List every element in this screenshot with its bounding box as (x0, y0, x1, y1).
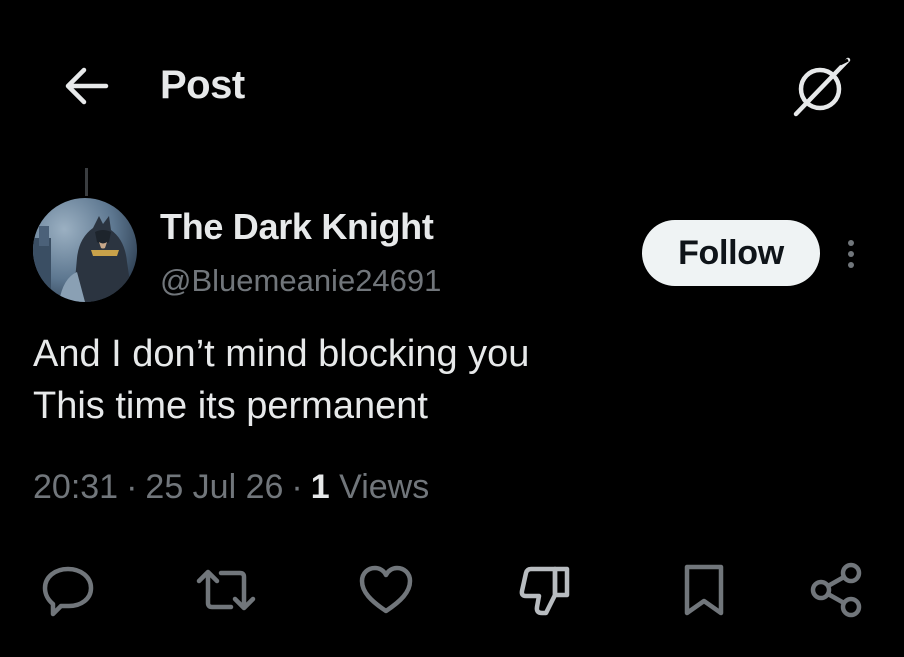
thread-connector-line (85, 168, 88, 196)
follow-button[interactable]: Follow (642, 220, 820, 286)
reply-icon (39, 561, 97, 619)
page-title: Post (160, 63, 245, 107)
meta-separator: · (126, 468, 138, 506)
arrow-left-icon (62, 66, 110, 106)
grok-icon (788, 54, 854, 120)
grok-button[interactable] (786, 52, 856, 122)
bookmark-icon (679, 561, 729, 619)
reply-button[interactable] (36, 558, 100, 622)
more-dot-icon (848, 262, 854, 268)
share-icon (807, 561, 865, 619)
like-button[interactable] (354, 558, 418, 622)
post-actions-bar (0, 558, 904, 628)
avatar[interactable] (33, 198, 137, 302)
author-display-name[interactable]: The Dark Knight (160, 206, 434, 248)
top-bar: Post (0, 0, 904, 170)
author-handle[interactable]: @Bluemeanie24691 (160, 262, 441, 300)
post-text: And I don’t mind blocking you This time … (33, 328, 873, 432)
post-time[interactable]: 20:31 (33, 468, 118, 506)
views-label[interactable]: Views (339, 468, 429, 506)
post-text-line: And I don’t mind blocking you (33, 333, 530, 375)
post-date[interactable]: 25 Jul 26 (145, 468, 283, 506)
more-dot-icon (848, 240, 854, 246)
repost-icon (195, 561, 257, 619)
post-text-line: This time its permanent (33, 385, 428, 427)
back-button[interactable] (58, 60, 114, 112)
repost-button[interactable] (194, 558, 258, 622)
meta-separator: · (291, 468, 303, 506)
post-meta: 20:31 · 25 Jul 26 · 1 Views (33, 465, 429, 509)
share-button[interactable] (804, 558, 868, 622)
thumbs-down-icon (517, 561, 575, 619)
dislike-button[interactable] (514, 558, 578, 622)
bookmark-button[interactable] (672, 558, 736, 622)
more-options-button[interactable] (834, 232, 868, 276)
views-count: 1 (310, 468, 330, 506)
more-dot-icon (848, 251, 854, 257)
heart-icon (357, 561, 415, 619)
